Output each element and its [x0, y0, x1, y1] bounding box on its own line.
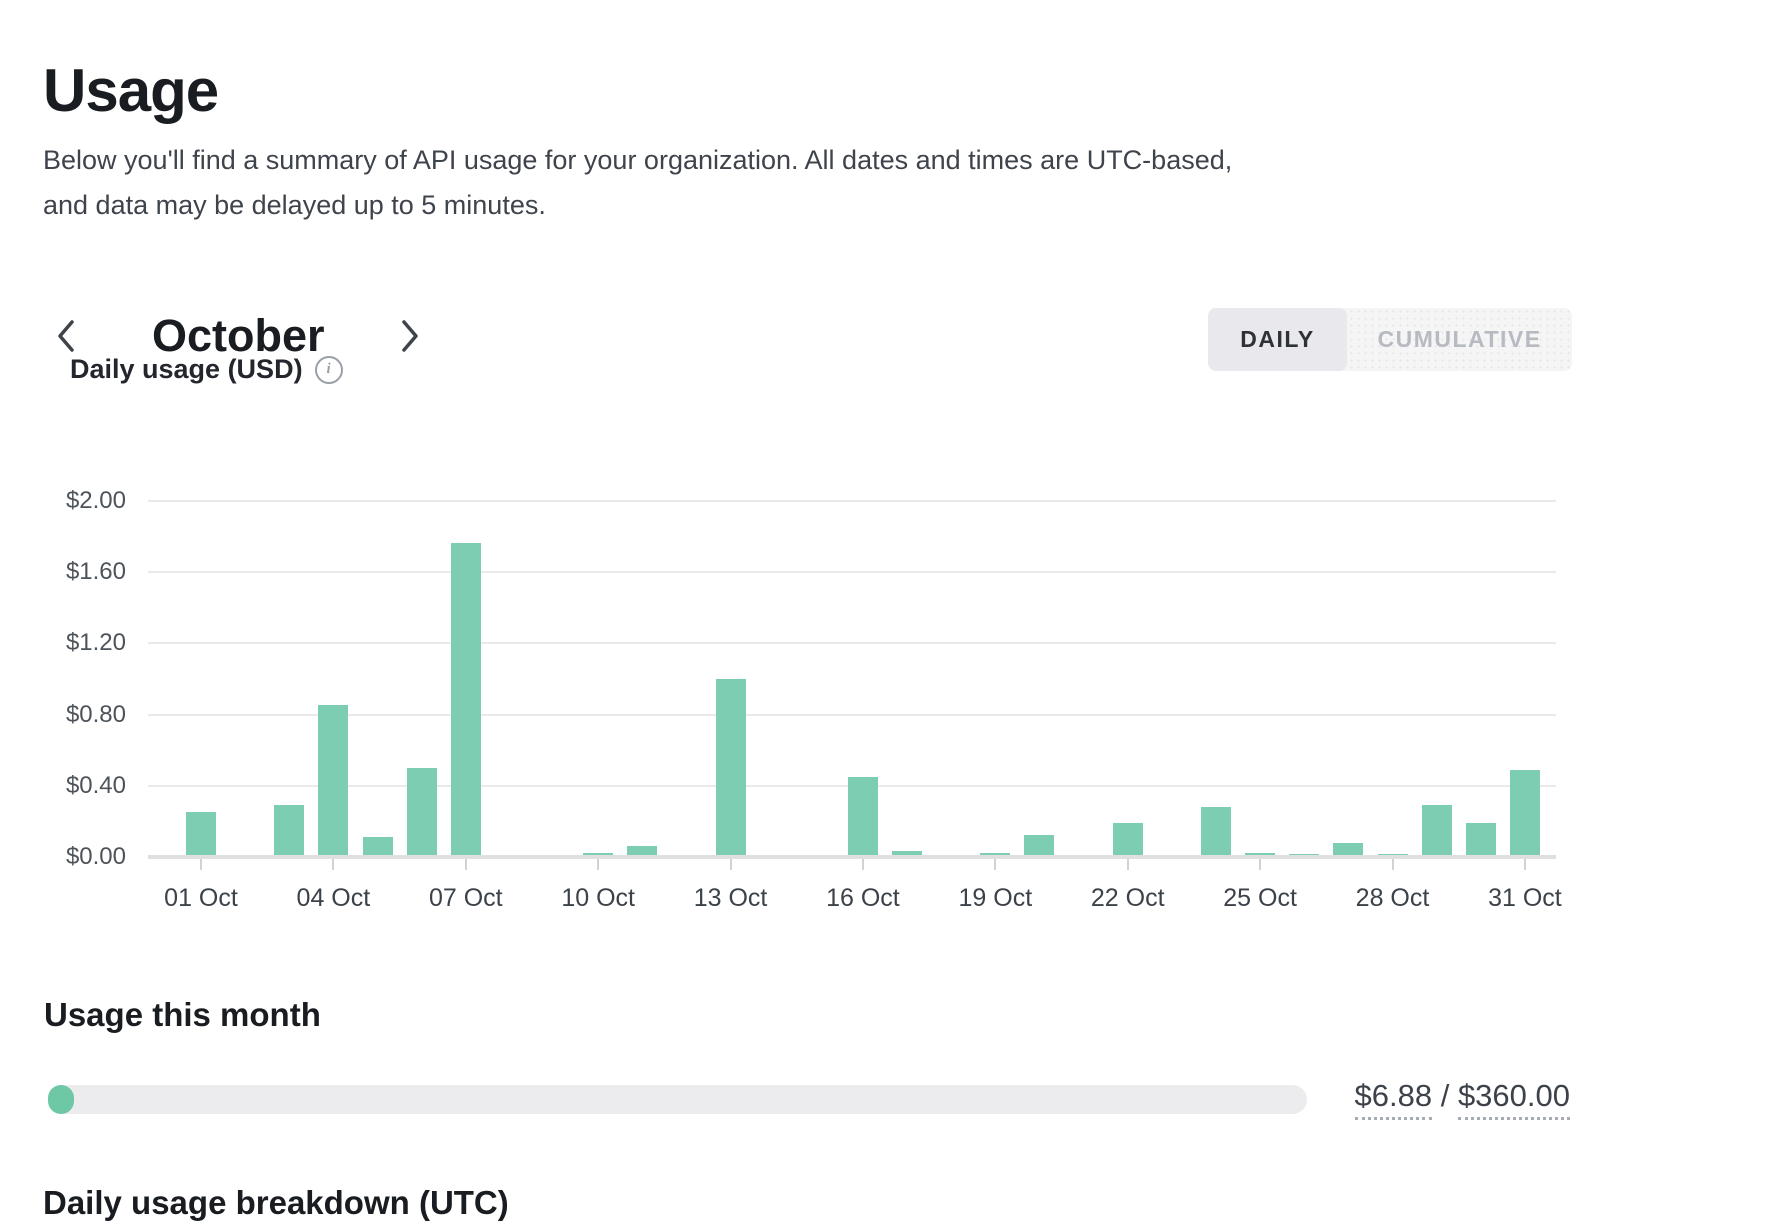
- x-axis-tick: [332, 859, 334, 870]
- previous-month-button[interactable]: [44, 314, 88, 358]
- chevron-left-icon: [56, 319, 76, 353]
- x-axis-label: 22 Oct: [1091, 884, 1165, 913]
- usage-bar-day-22[interactable]: [1113, 823, 1143, 855]
- usage-bar-day-26[interactable]: [1289, 854, 1319, 855]
- usage-progress-bar: [48, 1085, 1307, 1114]
- x-axis-label: 28 Oct: [1356, 884, 1430, 913]
- usage-bar-day-3[interactable]: [274, 805, 304, 855]
- x-axis-tick: [994, 859, 996, 870]
- x-axis-tick: [200, 859, 202, 870]
- page-subtitle: Below you'll find a summary of API usage…: [43, 138, 1232, 228]
- x-axis-tick: [1127, 859, 1129, 870]
- chart-title: Daily usage (USD): [70, 354, 303, 385]
- usage-amounts: $6.88 / $360.00: [1150, 1078, 1570, 1114]
- x-axis-tick: [1524, 859, 1526, 870]
- y-axis-label: $0.80: [20, 701, 126, 729]
- y-axis-label: $1.20: [20, 629, 126, 657]
- usage-bar-day-7[interactable]: [451, 543, 481, 855]
- x-axis-tick: [1392, 859, 1394, 870]
- x-axis-label: 31 Oct: [1488, 884, 1562, 913]
- x-axis-label: 13 Oct: [694, 884, 768, 913]
- x-axis-label: 01 Oct: [164, 884, 238, 913]
- usage-bar-day-29[interactable]: [1422, 805, 1452, 855]
- x-axis-tick: [597, 859, 599, 870]
- daily-breakdown-heading: Daily usage breakdown (UTC): [43, 1184, 509, 1222]
- usage-used-amount[interactable]: $6.88: [1355, 1078, 1433, 1120]
- tab-cumulative[interactable]: CUMULATIVE: [1347, 308, 1572, 371]
- usage-bar-day-19[interactable]: [980, 853, 1010, 855]
- y-axis-label: $0.40: [20, 772, 126, 800]
- gridline: [148, 714, 1556, 716]
- subtitle-line: Below you'll find a summary of API usage…: [43, 138, 1232, 183]
- usage-bar-day-25[interactable]: [1245, 853, 1275, 855]
- x-axis-tick: [730, 859, 732, 870]
- gridline: [148, 642, 1556, 644]
- chart-title-row: Daily usage (USD) i: [70, 354, 343, 385]
- x-axis-tick: [862, 859, 864, 870]
- usage-limit-amount[interactable]: $360.00: [1458, 1078, 1570, 1120]
- usage-bar-day-5[interactable]: [363, 837, 393, 855]
- usage-bar-day-6[interactable]: [407, 768, 437, 855]
- x-axis-label: 07 Oct: [429, 884, 503, 913]
- usage-bar-day-27[interactable]: [1333, 843, 1363, 855]
- x-axis-label: 19 Oct: [959, 884, 1033, 913]
- next-month-button[interactable]: [388, 314, 432, 358]
- page-title: Usage: [43, 56, 218, 125]
- usage-bar-day-30[interactable]: [1466, 823, 1496, 855]
- x-axis-label: 16 Oct: [826, 884, 900, 913]
- usage-bar-day-4[interactable]: [318, 705, 348, 855]
- usage-bar-day-10[interactable]: [583, 853, 613, 855]
- subtitle-line: and data may be delayed up to 5 minutes.: [43, 183, 1232, 228]
- tab-daily[interactable]: DAILY: [1208, 308, 1347, 371]
- usage-bar-day-13[interactable]: [716, 679, 746, 855]
- usage-bar-day-16[interactable]: [848, 777, 878, 855]
- usage-bar-day-20[interactable]: [1024, 835, 1054, 855]
- usage-bar-day-24[interactable]: [1201, 807, 1231, 855]
- y-axis-label: $1.60: [20, 558, 126, 586]
- x-axis-label: 04 Oct: [297, 884, 371, 913]
- usage-bar-day-1[interactable]: [186, 812, 216, 855]
- x-axis-tick: [465, 859, 467, 870]
- usage-this-month-heading: Usage this month: [44, 996, 321, 1034]
- usage-separator: /: [1432, 1078, 1458, 1113]
- info-icon[interactable]: i: [315, 356, 343, 384]
- gridline: [148, 500, 1556, 502]
- y-axis-label: $0.00: [20, 843, 126, 871]
- gridline: [148, 855, 1556, 859]
- y-axis-label: $2.00: [20, 487, 126, 515]
- usage-bar-day-11[interactable]: [627, 846, 657, 855]
- usage-bar-day-31[interactable]: [1510, 770, 1540, 855]
- usage-progress-fill: [48, 1085, 74, 1114]
- usage-bar-day-17[interactable]: [892, 851, 922, 855]
- chevron-right-icon: [400, 319, 420, 353]
- usage-bar-day-28[interactable]: [1378, 854, 1408, 855]
- x-axis-label: 10 Oct: [561, 884, 635, 913]
- gridline: [148, 571, 1556, 573]
- x-axis-tick: [1259, 859, 1261, 870]
- view-toggle: DAILY CUMULATIVE: [1208, 308, 1572, 371]
- x-axis-label: 25 Oct: [1223, 884, 1297, 913]
